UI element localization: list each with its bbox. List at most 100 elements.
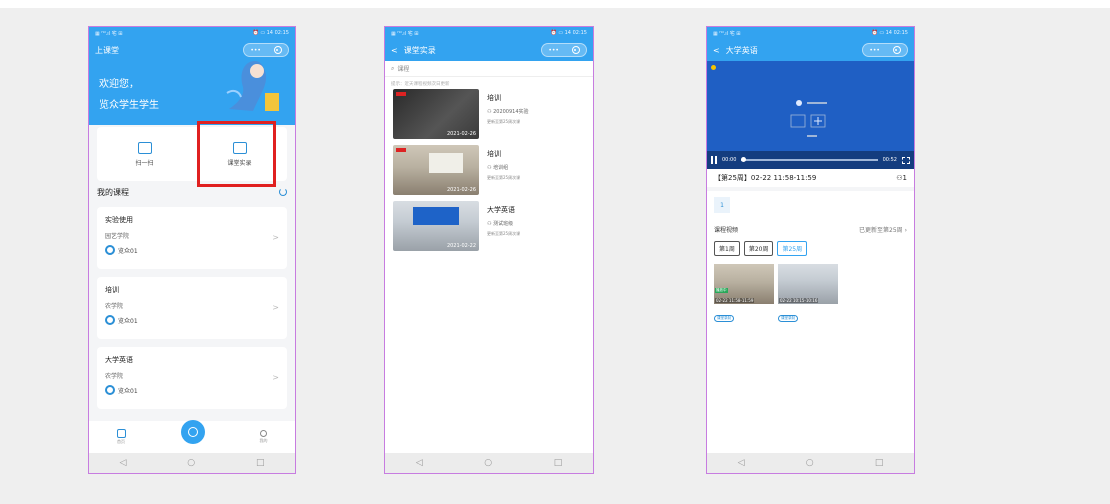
record-date: 2021-02-26 [446, 187, 476, 193]
logo-mark [396, 92, 406, 96]
search-input[interactable]: 课程 [397, 64, 409, 73]
header-area: ▦ ᴴᵈ.ıl 宅 ⊞ ⏰ ▭ 14 02:15 < 大学英语 ••• [707, 27, 914, 61]
record-date: 2021-02-26 [446, 131, 476, 137]
home-circle-icon[interactable]: ○ [187, 458, 195, 468]
course-card[interactable]: 大学英语 农学院 览众01 > [97, 347, 287, 409]
video-tag: 课堂录制 [714, 315, 734, 322]
session-title: 【第25周】02-22 11:58-11:59 [714, 174, 817, 182]
course-teacher: 览众01 [105, 315, 279, 325]
status-bar: ▦ ᴴᵈ.ıl 宅 ⊞ ⏰ ▭ 14 02:15 [385, 27, 593, 39]
mini-program-capsule[interactable]: ••• [862, 43, 908, 57]
video-item[interactable]: 播放中 02-22 11:58-11:59 课堂录制 [714, 264, 774, 323]
progress-slider[interactable] [741, 157, 878, 163]
search-bar[interactable]: ⌕ 课程 [385, 61, 593, 77]
video-tag: 课堂录制 [778, 315, 798, 322]
record-info: 大学英语 ⚇ 测试班级 更新至第25周次课 [487, 201, 520, 253]
record-info: 培训 ⚇ 培训组 更新至第25周次课 [487, 145, 520, 197]
record-thumbnail[interactable]: 2021-02-26 [393, 145, 479, 195]
page-title: 课堂实录 [403, 45, 436, 55]
more-icon[interactable]: ••• [548, 47, 559, 54]
video-player[interactable]: 00:00 00:52 [707, 61, 914, 169]
page-number[interactable]: 1 [714, 197, 730, 213]
welcome-banner: 欢迎您， 览众学生学生 [89, 61, 295, 125]
current-time: 00:00 [722, 157, 737, 163]
home-circle-icon[interactable]: ○ [806, 458, 814, 468]
week-chip[interactable]: 第20周 [743, 241, 774, 256]
slider-knob[interactable] [741, 157, 747, 163]
more-icon[interactable]: ••• [869, 47, 880, 54]
video-thumbnail[interactable]: 02-22 10:15-10:16 [778, 264, 838, 304]
video-date: 02-22 10:15-10:16 [779, 298, 819, 303]
total-time: 00:52 [882, 157, 897, 163]
logo-icon [711, 65, 716, 70]
status-bar: ▦ ᴴᵈ.ıl 宅 ⊞ ⏰ ▭ 14 02:15 [89, 27, 295, 39]
tab-home[interactable]: 首页 [116, 429, 126, 445]
chevron-right-icon: > [272, 373, 279, 382]
header-area: ▦ ᴴᵈ.ıl 宅 ⊞ ⏰ ▭ 14 02:15 < 课堂实录 ••• [385, 27, 593, 61]
list-item[interactable]: 2021-02-26 培训 ⚇ 20200914实验 更新至第25周次课 [385, 89, 593, 141]
record-thumbnail[interactable]: 2021-02-26 [393, 89, 479, 139]
phone-home-screen: ▦ ᴴᵈ.ıl 宅 ⊞ ⏰ ▭ 14 02:15 上课堂 ••• 欢迎您， 览众… [88, 26, 296, 474]
recent-apps-icon[interactable]: □ [875, 458, 884, 468]
video-item[interactable]: 02-22 10:15-10:16 课堂录制 [778, 264, 838, 323]
course-card[interactable]: 实验使用 园艺学院 览众01 > [97, 207, 287, 269]
tab-home-label: 首页 [117, 439, 125, 444]
week-chip-selected[interactable]: 第25周 [777, 241, 808, 256]
video-date: 02-22 11:58-11:59 [715, 298, 755, 303]
record-update: 更新至第25周次课 [487, 119, 521, 124]
list-item[interactable]: 2021-02-22 大学英语 ⚇ 测试班级 更新至第25周次课 [385, 201, 593, 253]
list-item[interactable]: 2021-02-26 培训 ⚇ 培训组 更新至第25周次课 [385, 145, 593, 197]
record-date: 2021-02-22 [446, 243, 476, 249]
phone-classroom-records: ▦ ᴴᵈ.ıl 宅 ⊞ ⏰ ▭ 14 02:15 < 课堂实录 ••• ⌕ 课程… [384, 26, 594, 474]
mini-program-capsule[interactable]: ••• [541, 43, 587, 57]
tab-mine[interactable]: 我的 [260, 430, 268, 444]
search-icon[interactable] [180, 420, 205, 444]
record-update: 更新至第25周次课 [487, 175, 521, 180]
record-class: ⚇ 测试班级 [487, 221, 514, 227]
avatar-icon [105, 245, 115, 255]
back-arrow-icon[interactable]: < [713, 46, 720, 55]
record-update: 更新至第25周次课 [487, 231, 521, 236]
back-arrow-icon[interactable]: < [391, 46, 398, 55]
attendee-count: ⚇1 [896, 174, 907, 182]
status-left: ▦ ᴴᵈ.ıl 宅 ⊞ [95, 30, 123, 37]
home-circle-icon[interactable]: ○ [484, 458, 492, 468]
video-screen-content [785, 97, 839, 143]
record-thumbnail[interactable]: 2021-02-22 [393, 201, 479, 251]
video-section-header: 课程视频 已更新至第25周 › [707, 219, 914, 239]
refresh-icon[interactable] [279, 188, 287, 196]
nav-bar: < 课堂实录 ••• [385, 39, 593, 61]
teacher-name: 览众01 [118, 317, 138, 325]
bottom-tab-bar: 首页 我的 [89, 420, 295, 453]
teacher-name: 览众01 [118, 387, 138, 395]
recent-apps-icon[interactable]: □ [256, 458, 265, 468]
pause-icon[interactable] [711, 156, 717, 164]
back-icon[interactable]: ◁ [738, 458, 745, 468]
course-card[interactable]: 培训 农学院 览众01 > [97, 277, 287, 339]
fullscreen-icon[interactable] [902, 156, 910, 164]
recent-apps-icon[interactable]: □ [554, 458, 563, 468]
video-thumbnail[interactable]: 播放中 02-22 11:58-11:59 [714, 264, 774, 304]
phone-course-detail: ▦ ᴴᵈ.ıl 宅 ⊞ ⏰ ▭ 14 02:15 < 大学英语 ••• 00:0… [706, 26, 915, 474]
user-icon [260, 430, 267, 437]
tab-search[interactable] [180, 420, 205, 444]
course-dept: 农学院 [105, 303, 124, 310]
scan-button[interactable]: 扫一扫 [97, 127, 192, 181]
back-icon[interactable]: ◁ [416, 458, 423, 468]
status-bar: ▦ ᴴᵈ.ıl 宅 ⊞ ⏰ ▭ 14 02:15 [707, 27, 914, 39]
page-title: 大学英语 [725, 45, 758, 55]
back-icon[interactable]: ◁ [119, 458, 126, 468]
close-target-icon[interactable] [571, 46, 580, 54]
record-name: 培训 [487, 94, 501, 102]
tip-text: 提示：近天课程视频次日更新 [391, 82, 450, 87]
status-left: ▦ ᴴᵈ.ıl 宅 ⊞ [391, 30, 419, 37]
update-link[interactable]: 已更新至第25周 › [859, 225, 907, 234]
android-nav-bar: ◁ ○ □ [385, 453, 593, 473]
scan-icon [137, 141, 152, 154]
video-list: 播放中 02-22 11:58-11:59 课堂录制 02-22 10:15-1… [707, 258, 914, 323]
close-target-icon[interactable] [892, 46, 901, 54]
illustration-girl-icon [226, 61, 279, 111]
week-chip[interactable]: 第1周 [714, 241, 740, 256]
status-right: ⏰ ▭ 14 02:15 [252, 30, 290, 36]
video-section-title: 课程视频 [714, 226, 739, 234]
